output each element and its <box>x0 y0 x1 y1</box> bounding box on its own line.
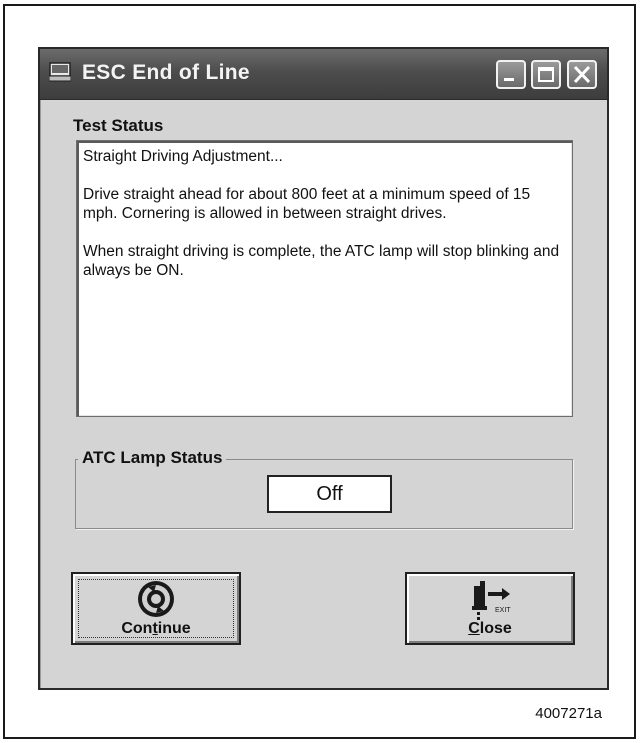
minimize-icon <box>504 78 514 81</box>
test-status-heading: Test Status <box>73 116 164 135</box>
close-window-button[interactable] <box>567 60 597 89</box>
refresh-icon <box>138 581 174 617</box>
title-bar[interactable]: ESC End of Line <box>40 49 607 100</box>
test-status-textbox[interactable]: Straight Driving Adjustment... Drive str… <box>76 140 573 417</box>
app-icon <box>49 62 71 82</box>
maximize-icon <box>538 67 554 82</box>
status-line: When straight driving is complete, the A… <box>83 243 560 279</box>
minimize-button[interactable] <box>496 60 526 89</box>
exit-icon-text: EXIT <box>495 607 511 614</box>
atc-lamp-status-value: Off <box>267 475 392 513</box>
esc-end-of-line-window: ESC End of Line Test Status Straight Dri… <box>38 47 609 690</box>
status-line: Drive straight ahead for about 800 feet … <box>83 186 531 222</box>
continue-button[interactable]: Continue <box>71 572 241 645</box>
close-button[interactable]: EXIT Close <box>405 572 575 645</box>
exit-icon: EXIT <box>472 581 511 620</box>
close-icon <box>573 65 591 84</box>
window-title: ESC End of Line <box>82 61 250 84</box>
atc-lamp-status-heading: ATC Lamp Status <box>78 448 227 468</box>
status-line: Straight Driving Adjustment... <box>83 148 283 165</box>
figure-id: 4007271a <box>535 705 602 722</box>
maximize-button[interactable] <box>531 60 561 89</box>
continue-button-label: Continue <box>121 620 191 637</box>
close-button-label: Close <box>468 620 512 637</box>
